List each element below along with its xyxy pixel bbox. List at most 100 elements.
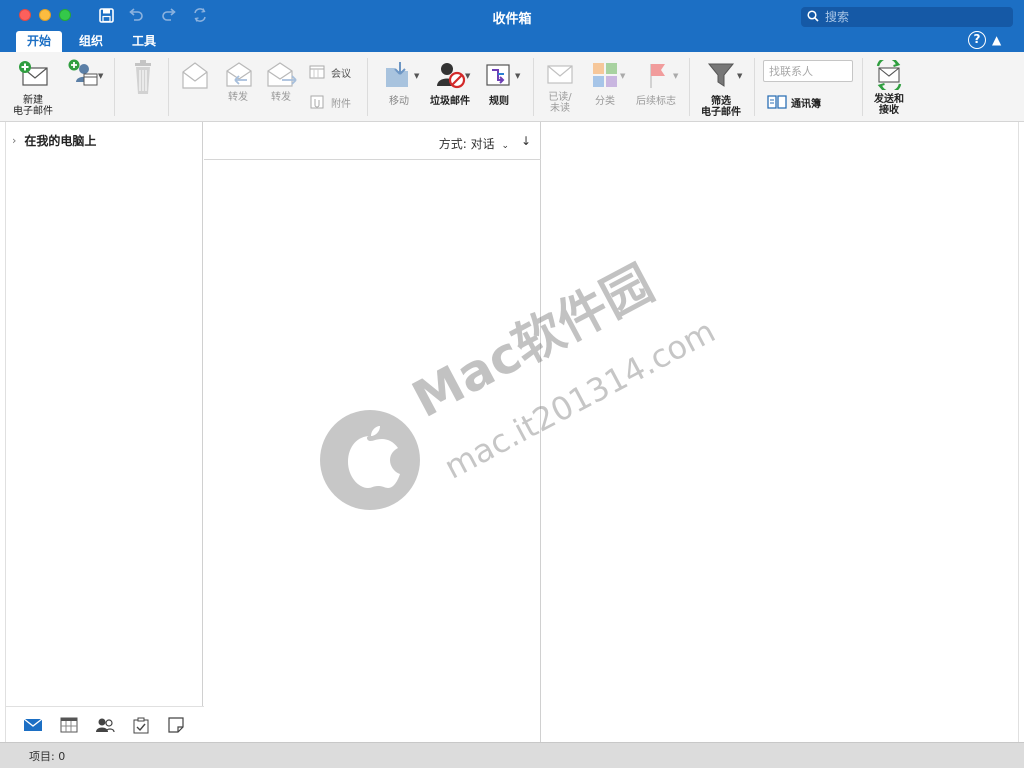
chevron-right-icon[interactable]: › (12, 134, 16, 147)
move-label: 移动 (389, 96, 409, 107)
folder-on-my-computer[interactable]: › 在我的电脑上 (12, 132, 96, 149)
sort-direction-icon[interactable]: ↓ (521, 134, 531, 148)
junk-label: 垃圾邮件 (430, 96, 470, 107)
search-input[interactable] (825, 10, 1005, 24)
read-unread-label-line2: 未读 (550, 103, 570, 114)
send-receive-label-line1: 发送和 (874, 94, 904, 105)
search-box[interactable] (801, 7, 1013, 27)
status-bar: 项目: 0 (0, 742, 1024, 768)
reply-icon (182, 62, 208, 89)
new-item-dropdown-icon[interactable]: ▼ (98, 72, 103, 80)
read-unread-icon (547, 65, 573, 84)
close-window-button[interactable] (19, 9, 31, 21)
contacts-icon[interactable] (95, 716, 115, 734)
meeting-button[interactable]: 会议 (309, 64, 351, 80)
ribbon-separator (862, 58, 863, 116)
message-list-pane: 方式: 对话 ⌄ ↓ (204, 122, 541, 742)
sort-bar: 方式: 对话 ⌄ ↓ (204, 122, 541, 160)
ribbon-separator (533, 58, 534, 116)
move-icon (386, 62, 408, 87)
read-unread-label-line1: 已读/ (548, 92, 572, 103)
reply-button[interactable] (176, 60, 214, 90)
maximize-window-button[interactable] (59, 9, 71, 21)
ribbon: 新建 电子邮件 ▼ 转发 转发 会议 附件 移动 ▼ 垃圾邮件 ▼ 规则 ▼ 已… (0, 52, 1024, 122)
move-dropdown-icon[interactable]: ▼ (414, 72, 419, 80)
junk-icon (437, 63, 466, 89)
tab-tools[interactable]: 工具 (121, 31, 167, 52)
ribbon-separator (168, 58, 169, 116)
folder-label: 在我的电脑上 (24, 134, 97, 148)
help-icon[interactable]: ? (968, 31, 986, 49)
attachment-label: 附件 (331, 98, 351, 110)
new-email-button[interactable]: 新建 电子邮件 (10, 60, 56, 117)
reading-pane (542, 122, 1019, 742)
folder-pane: › 在我的电脑上 (5, 122, 204, 742)
rules-dropdown-icon[interactable]: ▼ (515, 72, 520, 80)
new-item-icon (68, 59, 98, 86)
forward-all-button[interactable]: 转发 (218, 60, 258, 103)
search-icon (807, 9, 819, 25)
forward-all-label: 转发 (228, 92, 248, 103)
notes-icon[interactable] (166, 716, 186, 734)
forward-label: 转发 (271, 92, 291, 103)
reply-all-icon (226, 62, 252, 87)
tab-organize[interactable]: 组织 (68, 31, 114, 52)
ribbon-separator (754, 58, 755, 116)
follow-up-dropdown-icon[interactable]: ▼ (673, 72, 678, 80)
module-switcher (6, 706, 204, 742)
filter-label-line1: 筛选 (711, 96, 731, 107)
address-book-icon (767, 95, 787, 109)
minimize-window-button[interactable] (39, 9, 51, 21)
categorize-button[interactable]: 分类 (585, 60, 625, 107)
mail-icon[interactable] (23, 716, 43, 734)
address-book-label: 通讯簿 (791, 98, 821, 110)
rules-button[interactable]: 规则 (480, 60, 518, 107)
find-contact-input[interactable] (763, 60, 853, 82)
save-icon[interactable] (97, 6, 115, 24)
redo-icon[interactable] (160, 6, 178, 24)
forward-button[interactable]: 转发 (262, 60, 300, 103)
categorize-icon (593, 63, 617, 87)
collapse-ribbon-icon[interactable]: ▲ (992, 33, 1001, 47)
ribbon-separator (689, 58, 690, 116)
sync-icon[interactable] (191, 6, 209, 24)
undo-icon[interactable] (127, 6, 145, 24)
address-book-button[interactable]: 通讯簿 (767, 94, 821, 110)
tab-home[interactable]: 开始 (16, 31, 63, 52)
rules-icon (486, 64, 510, 86)
send-receive-button[interactable]: 发送和 接收 (866, 60, 912, 116)
flag-icon (650, 64, 665, 88)
ribbon-tab-bar: 开始 组织 工具 ? ▲ (0, 30, 1024, 52)
title-bar: 收件箱 (0, 0, 1024, 30)
junk-dropdown-icon[interactable]: ▼ (465, 72, 470, 80)
rules-label: 规则 (489, 96, 509, 107)
categorize-dropdown-icon[interactable]: ▼ (620, 72, 625, 80)
categorize-label: 分类 (595, 96, 615, 107)
sort-by-label: 方式: 对话 (438, 137, 495, 151)
follow-up-button[interactable]: 后续标志 (632, 60, 680, 107)
ribbon-separator (367, 58, 368, 116)
attachment-icon (310, 95, 324, 109)
new-email-icon (19, 61, 48, 86)
delete-button[interactable] (128, 60, 158, 96)
chevron-down-icon: ⌄ (501, 141, 509, 151)
filter-dropdown-icon[interactable]: ▼ (737, 72, 742, 80)
ribbon-separator (114, 58, 115, 116)
move-button[interactable]: 移动 (378, 60, 420, 107)
new-email-label-line1: 新建 (23, 95, 43, 106)
meeting-label: 会议 (331, 68, 351, 80)
send-receive-label-line2: 接收 (879, 105, 899, 116)
trash-icon (135, 60, 151, 94)
send-receive-icon (876, 60, 902, 90)
calendar-icon[interactable] (59, 716, 79, 734)
filter-label-line2: 电子邮件 (701, 107, 741, 118)
filter-email-button[interactable]: 筛选 电子邮件 (697, 60, 745, 118)
item-count: 项目: 0 (29, 750, 66, 763)
junk-button[interactable]: 垃圾邮件 (427, 60, 473, 107)
meeting-icon (309, 65, 325, 79)
attachment-button[interactable]: 附件 (309, 94, 351, 110)
new-email-label-line2: 电子邮件 (13, 106, 53, 117)
sort-by-dropdown[interactable]: 方式: 对话 ⌄ (439, 135, 509, 152)
tasks-icon[interactable] (131, 716, 151, 734)
read-unread-button[interactable]: 已读/ 未读 (540, 60, 580, 114)
